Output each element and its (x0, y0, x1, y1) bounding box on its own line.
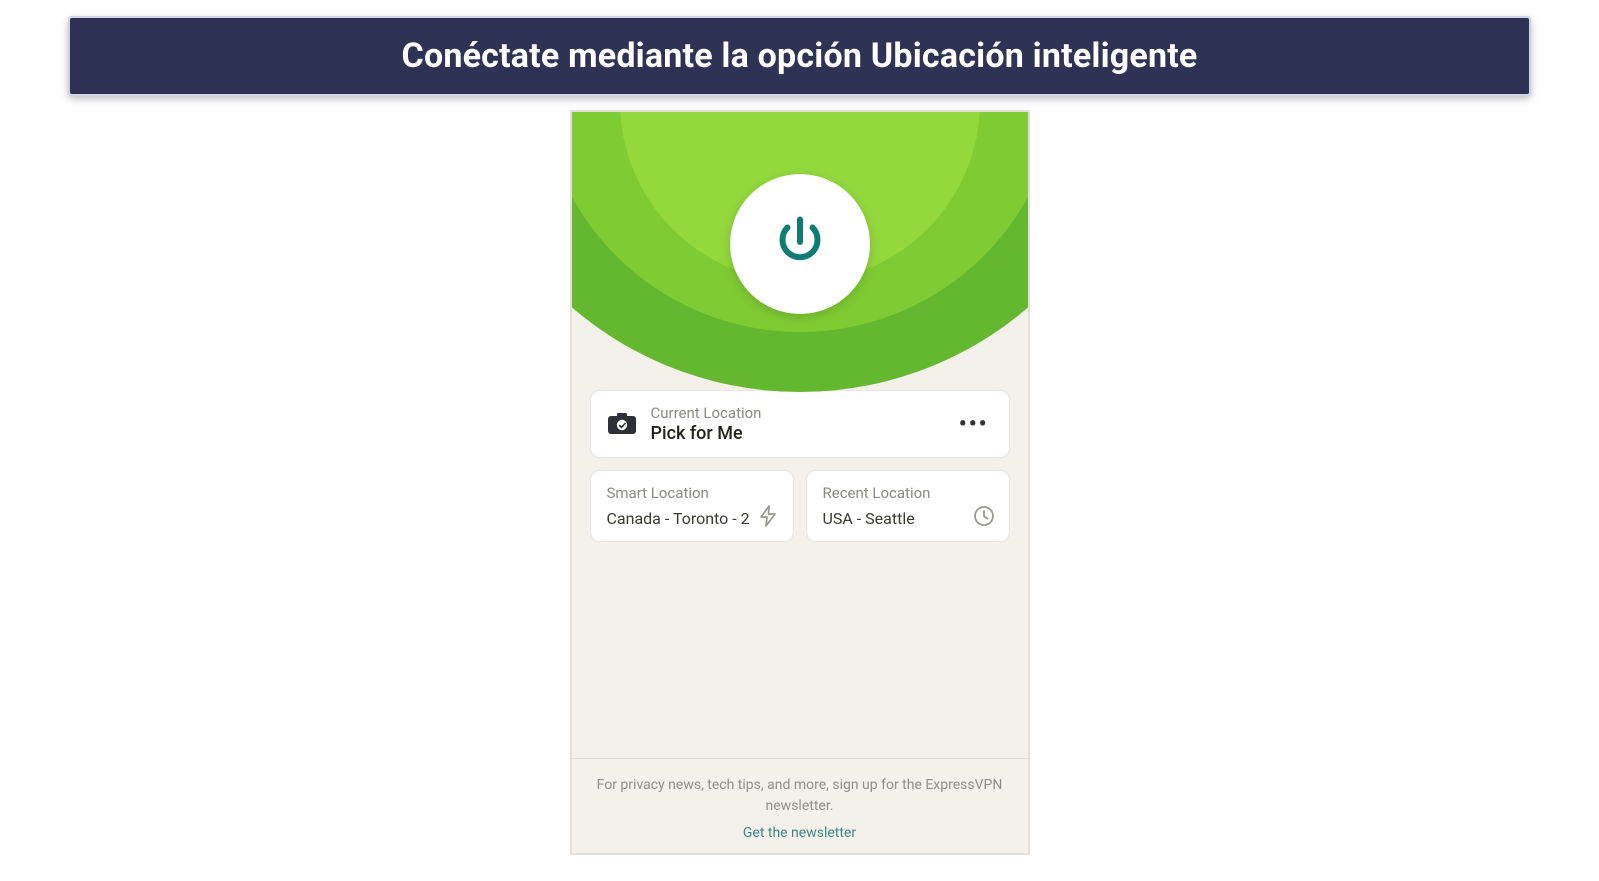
current-location-texts: Current Location Pick for Me (651, 404, 941, 444)
clock-icon (973, 505, 995, 527)
footer-text: For privacy news, tech tips, and more, s… (596, 775, 1004, 817)
current-location-value: Pick for Me (651, 423, 941, 444)
instruction-banner: Conéctate mediante la opción Ubicación i… (68, 16, 1531, 96)
power-button[interactable] (730, 174, 870, 314)
location-cards: Current Location Pick for Me ••• Smart L… (572, 368, 1028, 552)
hero-area (572, 112, 1028, 252)
bolt-icon (757, 505, 779, 527)
location-options-button[interactable]: ••• (955, 408, 993, 441)
power-icon (770, 212, 830, 276)
current-location-label: Current Location (651, 404, 941, 422)
camera-icon (607, 412, 637, 436)
footer: For privacy news, tech tips, and more, s… (572, 758, 1028, 853)
newsletter-link[interactable]: Get the newsletter (743, 825, 856, 841)
smart-location-value: Canada - Toronto - 2 (607, 509, 777, 528)
recent-location-value: USA - Seattle (823, 509, 993, 528)
recent-location-label: Recent Location (823, 484, 993, 502)
current-location-card[interactable]: Current Location Pick for Me ••• (590, 390, 1010, 458)
banner-title: Conéctate mediante la opción Ubicación i… (402, 36, 1198, 76)
smart-location-card[interactable]: Smart Location Canada - Toronto - 2 (590, 470, 794, 542)
recent-location-card[interactable]: Recent Location USA - Seattle (806, 470, 1010, 542)
smart-location-label: Smart Location (607, 484, 777, 502)
spacer (572, 552, 1028, 758)
vpn-app-window: Connected Current Location Pick for Me •… (570, 110, 1030, 855)
